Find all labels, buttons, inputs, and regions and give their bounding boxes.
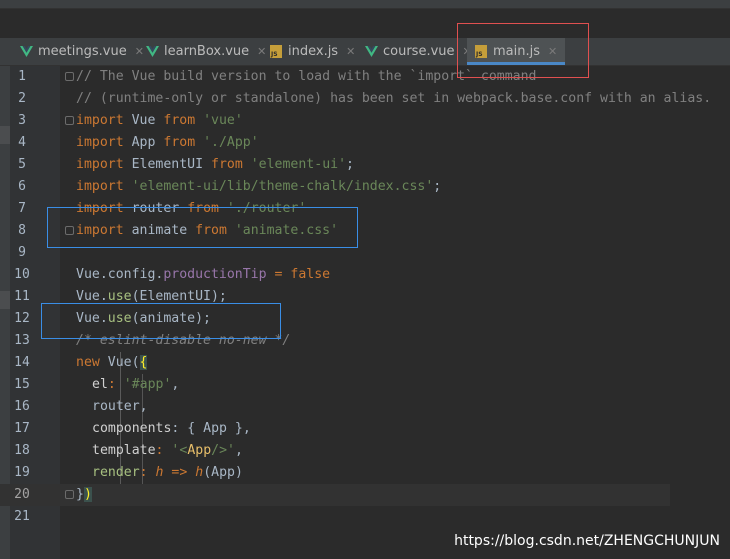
close-icon[interactable]: ✕ bbox=[135, 45, 144, 58]
code-text: router, bbox=[92, 399, 148, 414]
code-line: 6 import 'element-ui/lib/theme-chalk/ind… bbox=[0, 176, 670, 198]
code-text: new Vue({ bbox=[76, 355, 148, 370]
code-text: import 'element-ui/lib/theme-chalk/index… bbox=[76, 179, 442, 194]
code-text: import ElementUI from 'element-ui'; bbox=[76, 157, 354, 172]
code-text: Vue.config.productionTip = false bbox=[76, 267, 331, 282]
line-number: 17 bbox=[14, 421, 30, 436]
code-line: 14 new Vue({ bbox=[0, 352, 670, 374]
tab-label: learnBox.vue bbox=[164, 44, 250, 59]
line-number: 3 bbox=[18, 113, 26, 128]
line-number: 21 bbox=[14, 509, 30, 524]
line-number: 18 bbox=[14, 443, 30, 458]
code-line: 21 bbox=[0, 506, 670, 528]
fold-icon[interactable] bbox=[65, 72, 74, 81]
code-line: 2 // (runtime-only or standalone) has be… bbox=[0, 88, 711, 110]
line-number: 4 bbox=[18, 135, 26, 150]
code-text: template: '<App/>', bbox=[92, 443, 243, 458]
line-number: 20 bbox=[14, 487, 30, 502]
line-number: 1 bbox=[18, 69, 26, 84]
js-icon: JS bbox=[270, 45, 282, 58]
line-number: 14 bbox=[14, 355, 30, 370]
code-text: // (runtime-only or standalone) has been… bbox=[76, 91, 712, 106]
code-line: 17 components: { App }, bbox=[0, 418, 670, 440]
line-number: 7 bbox=[18, 201, 26, 216]
vue-icon bbox=[20, 45, 33, 57]
close-icon[interactable]: ✕ bbox=[346, 45, 355, 58]
code-text: render: h => h(App) bbox=[92, 465, 243, 480]
vue-icon bbox=[146, 45, 159, 57]
line-number: 19 bbox=[14, 465, 30, 480]
tab-label: course.vue bbox=[383, 44, 455, 59]
fold-icon[interactable] bbox=[65, 116, 74, 125]
fold-icon[interactable] bbox=[65, 490, 74, 499]
line-number: 6 bbox=[18, 179, 26, 194]
line-number: 9 bbox=[18, 245, 26, 260]
code-text: import App from './App' bbox=[76, 135, 259, 150]
line-number: 13 bbox=[14, 333, 30, 348]
highlight-box-imports bbox=[47, 207, 358, 248]
close-icon[interactable]: ✕ bbox=[257, 45, 266, 58]
highlight-box-use-animate bbox=[41, 303, 281, 339]
watermark: https://blog.csdn.net/ZHENGCHUNJUN bbox=[454, 533, 720, 549]
code-text: import Vue from 'vue' bbox=[76, 113, 243, 128]
line-number: 5 bbox=[18, 157, 26, 172]
line-number: 10 bbox=[14, 267, 30, 282]
code-line: 10 Vue.config.productionTip = false bbox=[0, 264, 670, 286]
line-number: 8 bbox=[18, 223, 26, 238]
tab-course-vue[interactable]: course.vue ✕ bbox=[365, 38, 472, 65]
current-code-line: 20 }) bbox=[0, 484, 670, 506]
code-line: 15 el: '#app', bbox=[0, 374, 670, 396]
code-line: 5 import ElementUI from 'element-ui'; bbox=[0, 154, 670, 176]
code-line: 16 router, bbox=[0, 396, 670, 418]
editor-tab-bar: meetings.vue ✕ learnBox.vue ✕ JS index.j… bbox=[0, 38, 730, 66]
code-text: el: '#app', bbox=[92, 377, 180, 392]
tab-meetings-vue[interactable]: meetings.vue ✕ bbox=[20, 38, 144, 65]
code-line: 19 render: h => h(App) bbox=[0, 462, 670, 484]
code-text: }) bbox=[76, 487, 92, 502]
line-number: 15 bbox=[14, 377, 30, 392]
code-line: 3 import Vue from 'vue' bbox=[0, 110, 670, 132]
line-number: 16 bbox=[14, 399, 30, 414]
line-number: 12 bbox=[14, 311, 30, 326]
code-line: 4 import App from './App' bbox=[0, 132, 670, 154]
tab-index-js[interactable]: JS index.js ✕ bbox=[270, 38, 355, 65]
code-line: 18 template: '<App/>', bbox=[0, 440, 670, 462]
vue-icon bbox=[365, 45, 378, 57]
line-number: 2 bbox=[18, 91, 26, 106]
tab-label: index.js bbox=[288, 44, 339, 59]
highlight-box-main-js bbox=[457, 23, 589, 78]
window-top-bar bbox=[0, 0, 730, 9]
tab-learnbox-vue[interactable]: learnBox.vue ✕ bbox=[146, 38, 266, 65]
tab-label: meetings.vue bbox=[38, 44, 127, 59]
code-text: components: { App }, bbox=[92, 421, 251, 436]
line-number: 11 bbox=[14, 289, 30, 304]
